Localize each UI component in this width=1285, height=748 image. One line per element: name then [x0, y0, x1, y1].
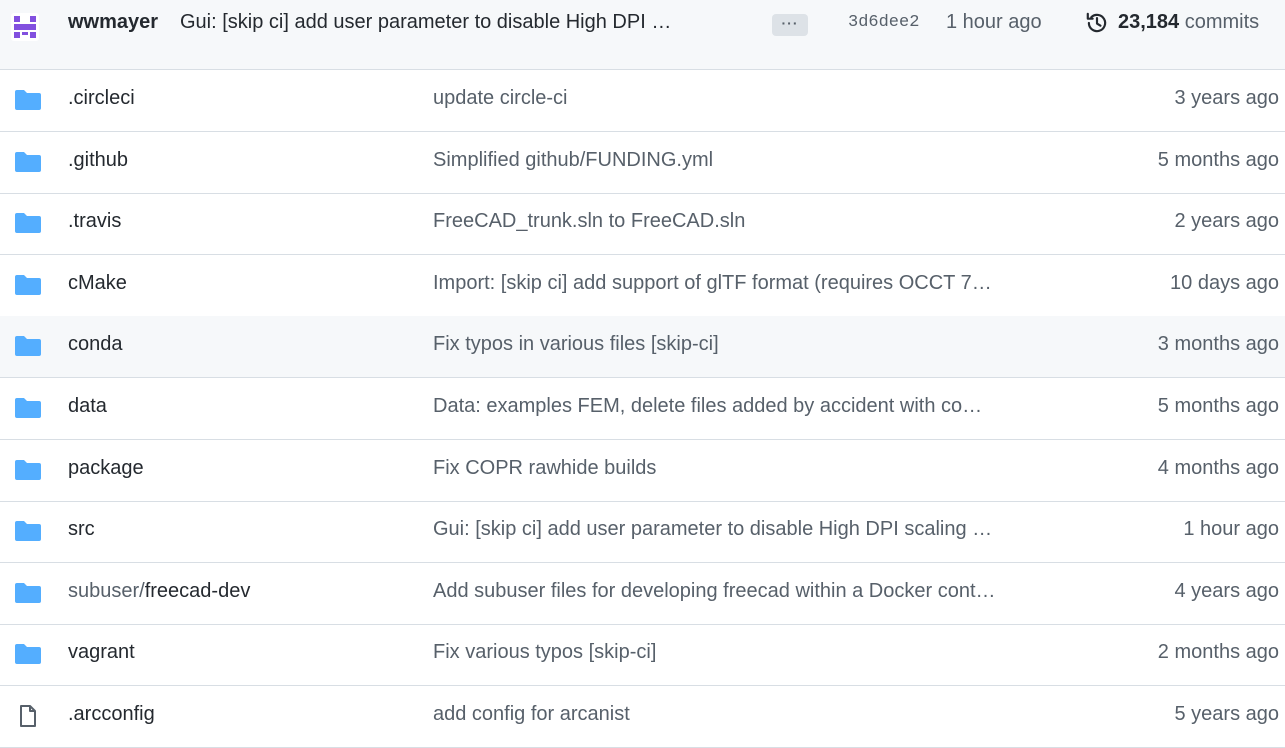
file-commit-message[interactable]: Fix COPR rawhide builds: [433, 457, 656, 480]
file-row[interactable]: cMake Import: [skip ci] add support of gl…: [0, 255, 1285, 317]
file-commit-time: 5 years ago: [1174, 703, 1279, 725]
folder-icon: [15, 521, 41, 541]
author-avatar[interactable]: [9, 11, 41, 43]
commit-sha[interactable]: 3d6dee2: [848, 13, 919, 32]
file-name-link[interactable]: .circleci: [68, 87, 135, 110]
file-name-link[interactable]: data: [68, 395, 107, 418]
file-row[interactable]: src Gui: [skip ci] add user parameter to …: [0, 501, 1285, 563]
file-name-link[interactable]: .arcconfig: [68, 703, 155, 726]
file-commit-message[interactable]: Fix various typos [skip-ci]: [433, 641, 656, 664]
file-commit-message[interactable]: Simplified github/FUNDING.yml: [433, 149, 713, 172]
folder-icon: [15, 152, 41, 172]
file-commit-message[interactable]: Fix typos in various files [skip-ci]: [433, 333, 719, 356]
file-row[interactable]: data Data: examples FEM, delete files add…: [0, 378, 1285, 440]
file-icon: [20, 705, 36, 727]
file-name: conda: [68, 333, 123, 355]
file-commit-time: 3 years ago: [1174, 87, 1279, 109]
file-commit-time: 2 years ago: [1174, 210, 1279, 232]
commit-count-link[interactable]: 23,184 commits: [1118, 11, 1259, 34]
file-name-link[interactable]: vagrant: [68, 641, 135, 664]
file-name: freecad-dev: [144, 580, 251, 602]
file-row[interactable]: .travis FreeCAD_trunk.sln to FreeCAD.sln 2…: [0, 193, 1285, 255]
file-row[interactable]: package Fix COPR rawhide builds 4 months a…: [0, 440, 1285, 502]
folder-icon: [15, 275, 41, 295]
file-name-link[interactable]: src: [68, 518, 95, 541]
folder-icon: [15, 644, 41, 664]
file-name: data: [68, 395, 107, 417]
file-commit-time: 4 years ago: [1174, 580, 1279, 602]
folder-icon: [15, 213, 41, 233]
history-icon[interactable]: [1084, 10, 1110, 36]
folder-icon: [15, 398, 41, 418]
file-name: .travis: [68, 210, 122, 232]
file-name: src: [68, 518, 95, 540]
file-name-link[interactable]: .github: [68, 149, 128, 172]
file-commit-message[interactable]: Import: [skip ci] add support of glTF fo…: [433, 272, 992, 295]
file-row[interactable]: .arcconfig add config for arcanist 5 years…: [0, 686, 1285, 748]
file-commit-message[interactable]: Gui: [skip ci] add user parameter to dis…: [433, 518, 992, 541]
folder-icon: [15, 460, 41, 480]
file-name: vagrant: [68, 641, 135, 663]
file-commit-message[interactable]: Data: examples FEM, delete files added b…: [433, 395, 982, 418]
file-commit-time: 10 days ago: [1170, 272, 1279, 294]
file-name-link[interactable]: package: [68, 457, 144, 480]
folder-icon: [15, 336, 41, 356]
file-name: .github: [68, 149, 129, 171]
file-commit-time: 5 months ago: [1157, 395, 1279, 417]
file-row[interactable]: conda Fix typos in various files [skip-ci…: [0, 316, 1285, 378]
file-commit-message[interactable]: add config for arcanist: [433, 703, 630, 726]
file-name-link[interactable]: cMake: [68, 272, 127, 295]
file-name: .arcconfig: [68, 703, 155, 725]
file-row[interactable]: .circleci update circle-ci 3 years ago: [0, 70, 1285, 132]
expand-commit-message-button[interactable]: ···: [772, 14, 808, 36]
file-name-link[interactable]: subuser/freecad-dev: [68, 580, 250, 603]
file-commit-time: 4 months ago: [1157, 457, 1279, 479]
file-name: cMake: [68, 272, 127, 294]
file-commit-message[interactable]: update circle-ci: [433, 87, 568, 110]
commit-message[interactable]: Gui: [skip ci] add user parameter to dis…: [180, 11, 671, 34]
file-name-link[interactable]: .travis: [68, 210, 121, 233]
file-commit-message[interactable]: Add subuser files for developing freecad…: [433, 580, 996, 603]
file-row[interactable]: .github Simplified github/FUNDING.yml 5 mo…: [0, 132, 1285, 194]
file-commit-time: 5 months ago: [1157, 149, 1279, 171]
file-commit-message[interactable]: FreeCAD_trunk.sln to FreeCAD.sln: [433, 210, 745, 233]
dir-prefix: subuser/: [68, 580, 145, 602]
folder-icon: [15, 583, 41, 603]
folder-icon: [15, 90, 41, 110]
file-commit-time: 2 months ago: [1157, 641, 1279, 663]
file-name: .circleci: [68, 87, 135, 109]
latest-commit-bar: wwmayer Gui: [skip ci] add user paramete…: [0, 0, 1285, 70]
commit-count: 23,184: [1118, 11, 1180, 33]
file-row[interactable]: subuser/freecad-dev Add subuser files for…: [0, 563, 1285, 625]
commit-author[interactable]: wwmayer: [68, 11, 158, 34]
file-commit-time: 1 hour ago: [1183, 518, 1279, 540]
file-row[interactable]: vagrant Fix various typos [skip-ci] 2 mont…: [0, 624, 1285, 686]
file-name: package: [68, 457, 144, 479]
commits-label: commits: [1184, 11, 1260, 33]
file-commit-time: 3 months ago: [1157, 333, 1279, 355]
commit-time: 1 hour ago: [946, 11, 1042, 33]
file-name-link[interactable]: conda: [68, 333, 123, 356]
